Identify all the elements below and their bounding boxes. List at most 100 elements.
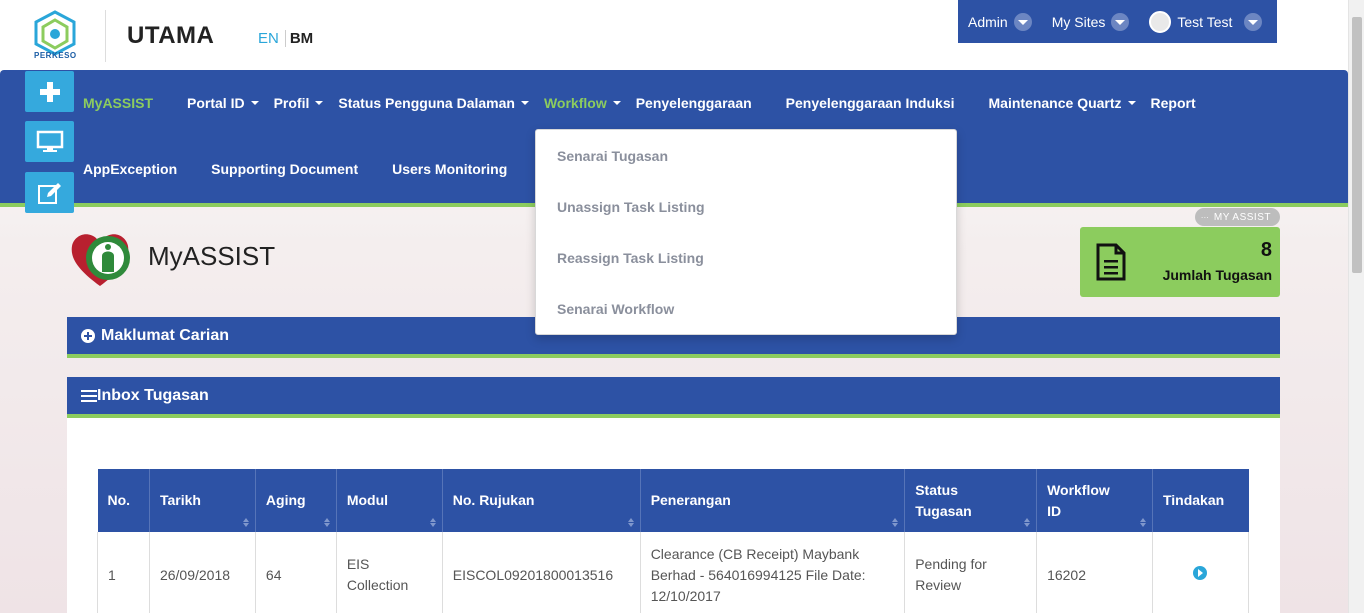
nav-penyelenggaraan-induksi[interactable]: Penyelenggaraan Induksi xyxy=(786,95,955,111)
col-header-status[interactable]: Status Tugasan xyxy=(904,469,1038,532)
workflow-dropdown: Senarai Tugasan Unassign Task Listing Re… xyxy=(535,129,957,335)
header-label: No. Rujukan xyxy=(452,492,535,508)
lang-en-link[interactable]: EN xyxy=(258,30,286,47)
user-name: Test Test xyxy=(1177,13,1233,30)
add-button[interactable] xyxy=(25,71,74,112)
nav-label: Penyelenggaraan xyxy=(635,95,752,111)
list-icon xyxy=(81,389,97,402)
header-label: Workflow ID xyxy=(1047,481,1110,519)
user-bar: Admin My Sites Test Test xyxy=(958,0,1277,43)
nav-label: Maintenance Quartz xyxy=(988,95,1122,111)
nav-workflow[interactable]: Workflow xyxy=(544,95,621,111)
nav-portal-id[interactable]: Portal ID xyxy=(187,95,259,111)
nav-label: Penyelenggaraan Induksi xyxy=(785,95,955,111)
task-count-card[interactable]: 8 Jumlah Tugasan xyxy=(1080,227,1280,297)
task-table: No. Tarikh Aging Modul No. Rujukan Pener… xyxy=(97,469,1250,613)
plus-icon xyxy=(39,81,60,102)
search-panel-title: Maklumat Carian xyxy=(101,326,230,344)
header-label: Penerangan xyxy=(650,492,731,508)
cell-modul: EIS Collection xyxy=(336,532,443,613)
scrollbar-thumb[interactable] xyxy=(1352,17,1362,273)
col-header-rujukan[interactable]: No. Rujukan xyxy=(442,469,641,532)
cell-no: 1 xyxy=(97,532,150,613)
cell-penerangan: Clearance (CB Receipt) Maybank Berhad - … xyxy=(640,532,906,613)
myassist-title: MyASSIST xyxy=(148,241,276,271)
my-sites-menu[interactable]: My Sites xyxy=(1051,12,1130,31)
admin-menu[interactable]: Admin xyxy=(968,12,1032,31)
badge-label: MY ASSIST xyxy=(1213,211,1271,223)
nav-profil[interactable]: Profil xyxy=(274,95,324,111)
nav-label: Users Monitoring xyxy=(392,161,508,177)
plus-circle-icon xyxy=(81,328,95,343)
chevron-down-icon xyxy=(1244,12,1263,31)
cell-tarikh: 26/09/2018 xyxy=(149,532,256,613)
task-count-label: Jumlah Tugasan xyxy=(1162,267,1272,283)
app-title: UTAMA xyxy=(127,22,215,49)
nav-label: Supporting Document xyxy=(211,161,359,177)
nav-report[interactable]: Report xyxy=(1151,95,1196,111)
document-icon xyxy=(1096,243,1126,281)
inbox-panel-title: Inbox Tugasan xyxy=(97,386,209,404)
nav-maintenance-quartz[interactable]: Maintenance Quartz xyxy=(989,95,1136,111)
menu-item-senarai-tugasan[interactable]: Senarai Tugasan xyxy=(557,148,668,164)
col-header-modul[interactable]: Modul xyxy=(336,469,443,532)
caret-down-icon xyxy=(250,101,259,105)
header-label: Tindakan xyxy=(1162,492,1225,508)
page-scrollbar[interactable] xyxy=(1348,0,1364,613)
col-header-no[interactable]: No. xyxy=(97,469,150,532)
table-header-row: No. Tarikh Aging Modul No. Rujukan Pener… xyxy=(97,469,1249,532)
header-label: No. xyxy=(107,492,131,508)
nav-row-1: MyASSIST Portal ID Profil Status Penggun… xyxy=(83,70,1196,136)
nav-label: Report xyxy=(1150,95,1196,111)
task-count: 8 xyxy=(1260,239,1272,261)
avatar xyxy=(1149,10,1172,33)
nav-status-pengguna[interactable]: Status Pengguna Dalaman xyxy=(338,95,529,111)
cell-workflow-id: 16202 xyxy=(1036,532,1153,613)
nav-penyelenggaraan[interactable]: Penyelenggaraan xyxy=(636,95,752,111)
monitor-button[interactable] xyxy=(25,121,74,162)
user-menu[interactable]: Test Test xyxy=(1149,10,1263,33)
nav-users-monitoring[interactable]: Users Monitoring xyxy=(392,161,507,177)
caret-down-icon xyxy=(315,101,324,105)
language-switcher: EN BM xyxy=(258,30,313,47)
cell-tindakan xyxy=(1152,532,1250,613)
lang-bm-link[interactable]: BM xyxy=(286,30,313,47)
menu-item-unassign-task[interactable]: Unassign Task Listing xyxy=(557,199,705,215)
table-row: 1 26/09/2018 64 EIS Collection EISCOL092… xyxy=(97,532,1250,613)
my-assist-badge: ... MY ASSIST xyxy=(1195,208,1280,226)
header-label: Tarikh xyxy=(159,492,201,508)
caret-down-icon xyxy=(520,101,529,105)
cell-rujukan: EISCOL09201800013516 xyxy=(442,532,641,613)
header-divider xyxy=(105,10,106,62)
edit-icon xyxy=(37,182,61,204)
col-header-penerangan[interactable]: Penerangan xyxy=(640,469,906,532)
my-sites-label: My Sites xyxy=(1051,13,1106,30)
cell-status: Pending for Review xyxy=(904,532,1038,613)
nav-myassist[interactable]: MyASSIST xyxy=(83,95,153,111)
nav-label: Profil xyxy=(273,95,310,111)
col-header-tindakan: Tindakan xyxy=(1152,469,1249,532)
arrow-right-circle-icon[interactable] xyxy=(1193,565,1208,580)
col-header-workflow-id[interactable]: Workflow ID xyxy=(1036,469,1153,532)
header-label: Aging xyxy=(265,492,306,508)
header-label: Status Tugasan xyxy=(915,481,972,519)
monitor-icon xyxy=(36,130,63,152)
edit-button[interactable] xyxy=(25,172,74,213)
nav-row-2: AppException Supporting Document Users M… xyxy=(83,136,507,202)
menu-item-senarai-workflow[interactable]: Senarai Workflow xyxy=(557,301,674,317)
inbox-panel-header: Inbox Tugasan xyxy=(67,377,1280,418)
badge-dots: ... xyxy=(1201,211,1210,220)
nav-label: MyASSIST xyxy=(83,95,154,111)
myassist-logo xyxy=(71,234,130,286)
menu-item-reassign-task[interactable]: Reassign Task Listing xyxy=(557,250,704,266)
nav-supporting-document[interactable]: Supporting Document xyxy=(211,161,358,177)
caret-down-icon xyxy=(612,101,621,105)
nav-label: Status Pengguna Dalaman xyxy=(338,95,515,111)
chevron-down-icon xyxy=(1013,12,1032,31)
nav-appexception[interactable]: AppException xyxy=(83,161,177,177)
col-header-tarikh[interactable]: Tarikh xyxy=(149,469,256,532)
cell-aging: 64 xyxy=(255,532,337,613)
logo-text: PERKESO xyxy=(34,51,77,60)
nav-label: Portal ID xyxy=(187,95,245,111)
col-header-aging[interactable]: Aging xyxy=(255,469,337,532)
